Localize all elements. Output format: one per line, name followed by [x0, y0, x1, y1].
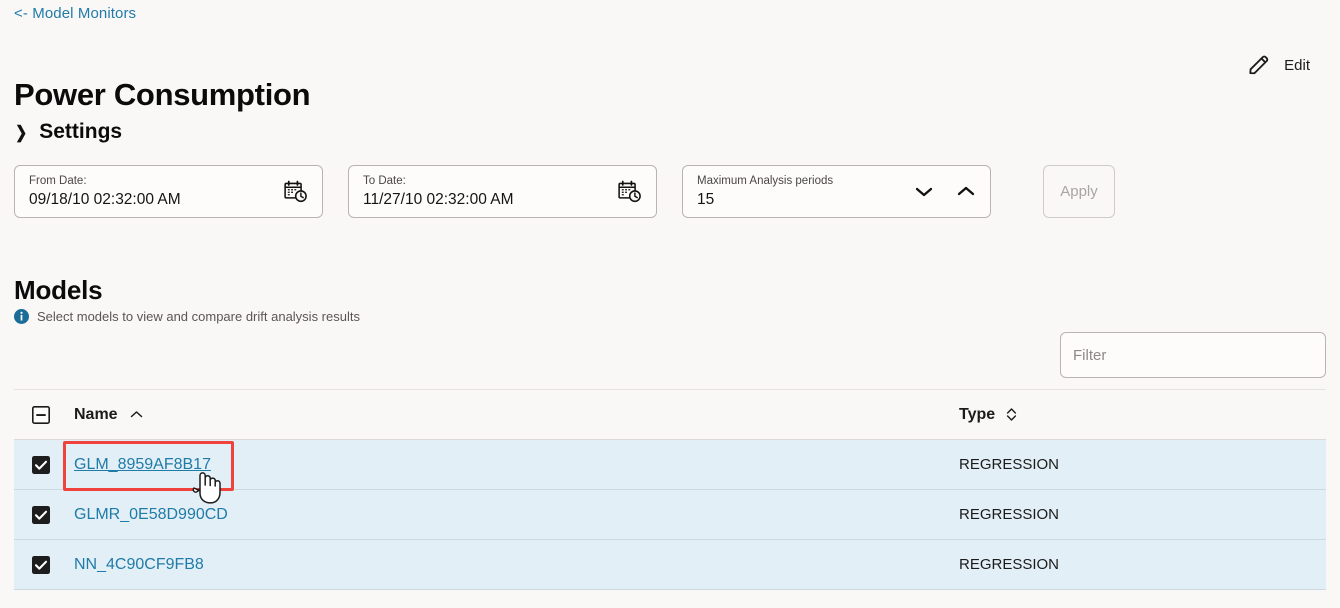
- edit-button-label: Edit: [1284, 56, 1310, 74]
- max-analysis-periods-field[interactable]: Maximum Analysis periods 15: [682, 165, 991, 218]
- table-header-row: Name Type: [14, 389, 1326, 440]
- chevron-up-icon[interactable]: [956, 185, 976, 198]
- table-body: GLM_8959AF8B17 REGRESSION GLMR_0E58D990C…: [14, 440, 1326, 590]
- models-section-title: Models: [14, 274, 103, 305]
- apply-button[interactable]: Apply: [1043, 165, 1115, 218]
- model-name-link[interactable]: NN_4C90CF9FB8: [74, 556, 204, 574]
- max-analysis-periods-label: Maximum Analysis periods: [697, 175, 834, 188]
- info-icon: [14, 309, 29, 324]
- breadcrumb-back-link[interactable]: <- Model Monitors: [14, 5, 136, 22]
- row-checkbox[interactable]: [14, 505, 74, 524]
- table-row[interactable]: NN_4C90CF9FB8 REGRESSION: [14, 540, 1326, 590]
- table-row[interactable]: GLMR_0E58D990CD REGRESSION: [14, 490, 1326, 540]
- column-header-type[interactable]: Type: [959, 406, 1326, 424]
- filters-bar: From Date: 09/18/10 02:32:00 AM To Date:…: [14, 165, 1115, 218]
- models-hint-text: Select models to view and compare drift …: [37, 309, 360, 324]
- to-date-label: To Date:: [363, 175, 406, 188]
- settings-section-toggle[interactable]: ❯ Settings: [14, 120, 122, 144]
- model-type-value: REGRESSION: [959, 506, 1060, 523]
- calendar-clock-icon[interactable]: [617, 179, 642, 204]
- model-name-link[interactable]: GLM_8959AF8B17: [74, 456, 211, 474]
- page-title: Power Consumption: [14, 76, 311, 112]
- from-date-value: 09/18/10 02:32:00 AM: [29, 190, 181, 208]
- chevron-up-icon: [130, 410, 143, 419]
- max-analysis-periods-value: 15: [697, 190, 715, 208]
- model-type-value: REGRESSION: [959, 456, 1060, 473]
- from-date-field[interactable]: From Date: 09/18/10 02:32:00 AM: [14, 165, 323, 218]
- to-date-value: 11/27/10 02:32:00 AM: [363, 190, 514, 208]
- sort-both-icon: [1006, 407, 1017, 422]
- row-checkbox[interactable]: [14, 455, 74, 474]
- settings-label: Settings: [39, 120, 123, 143]
- model-name-link[interactable]: GLMR_0E58D990CD: [74, 506, 228, 524]
- column-header-type-label: Type: [959, 405, 996, 423]
- calendar-clock-icon[interactable]: [283, 179, 308, 204]
- from-date-label: From Date:: [29, 175, 87, 188]
- filter-input-wrapper: [1060, 332, 1326, 378]
- pencil-icon: [1246, 52, 1272, 78]
- column-header-name-label: Name: [74, 405, 118, 423]
- column-header-name[interactable]: Name: [74, 406, 959, 424]
- to-date-field[interactable]: To Date: 11/27/10 02:32:00 AM: [348, 165, 657, 218]
- models-table: Name Type GLM_8959AF8B17 REGRESSION GLMR…: [14, 389, 1326, 606]
- models-hint: Select models to view and compare drift …: [14, 309, 360, 324]
- chevron-right-icon: ❯: [15, 122, 28, 142]
- row-checkbox[interactable]: [14, 555, 74, 574]
- table-footer: [14, 590, 1326, 606]
- select-all-checkbox[interactable]: [14, 405, 74, 424]
- chevron-down-icon[interactable]: [914, 185, 934, 198]
- table-row[interactable]: GLM_8959AF8B17 REGRESSION: [14, 440, 1326, 490]
- edit-button[interactable]: Edit: [1246, 52, 1310, 78]
- model-type-value: REGRESSION: [959, 556, 1060, 573]
- filter-input[interactable]: [1060, 332, 1326, 378]
